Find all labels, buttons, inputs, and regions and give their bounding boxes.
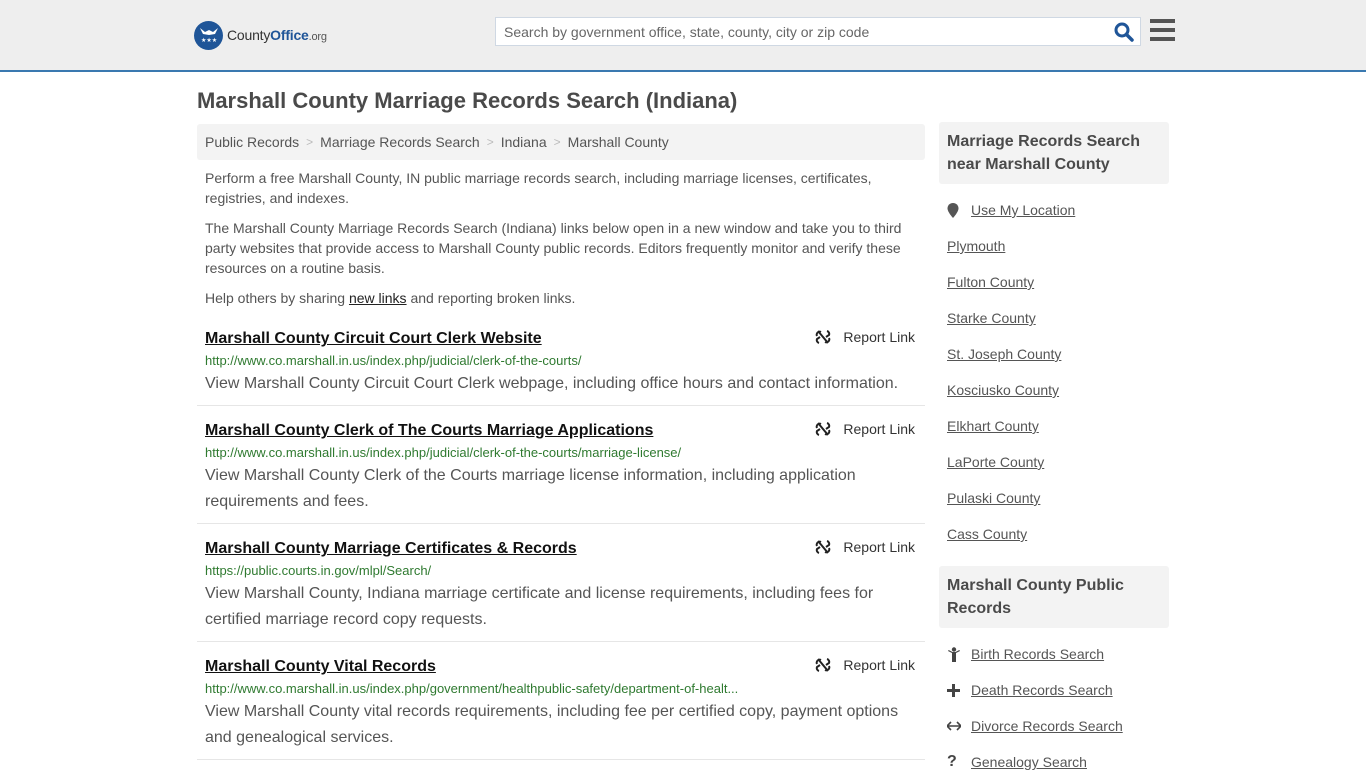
result-description: View Marshall County Circuit Court Clerk…: [205, 375, 899, 392]
result-title-link[interactable]: Marshall County Clerk of The Courts Marr…: [205, 419, 653, 443]
child-icon: [947, 646, 971, 662]
search-input[interactable]: [496, 18, 1106, 45]
new-links-link[interactable]: new links: [349, 290, 407, 306]
breadcrumb-marriage-records-search[interactable]: Marriage Records Search: [320, 134, 480, 150]
result-description: View Marshall County, Indiana marriage c…: [205, 585, 874, 628]
result-description: View Marshall County Clerk of the Courts…: [205, 467, 856, 510]
search-icon[interactable]: [1114, 22, 1134, 42]
breadcrumb-separator: >: [553, 135, 561, 149]
svg-text:★★★: ★★★: [201, 37, 217, 44]
result-item: Marshall County Circuit Court Clerk Webs…: [197, 323, 925, 406]
report-link-button[interactable]: Report Link: [815, 539, 915, 555]
result-item: Marshall County Marriage Certificates & …: [197, 533, 925, 642]
result-title-link[interactable]: Marshall County Circuit Court Clerk Webs…: [205, 327, 542, 351]
breadcrumb-separator: >: [306, 135, 314, 149]
use-my-location-item: Use My Location: [947, 192, 1161, 228]
hamburger-menu-icon[interactable]: [1150, 19, 1175, 41]
death-records-search-link[interactable]: Death Records Search: [971, 682, 1113, 698]
plus-icon: [947, 683, 971, 697]
nearby-link-fulton-county[interactable]: Fulton County: [947, 274, 1034, 290]
page-title: Marshall County Marriage Records Search …: [197, 88, 738, 113]
public-records-heading: Marshall County Public Records: [939, 566, 1169, 628]
divorce-records-search-link[interactable]: Divorce Records Search: [971, 718, 1123, 734]
nearby-link-laporte-county[interactable]: LaPorte County: [947, 454, 1044, 470]
breadcrumb: Public Records > Marriage Records Search…: [197, 124, 925, 160]
left-right-arrow-icon: [947, 721, 971, 731]
use-my-location-link[interactable]: Use My Location: [971, 202, 1075, 218]
result-url: https://public.courts.in.gov/mlpl/Search…: [205, 563, 432, 578]
search-bar: [495, 17, 1141, 46]
public-records-block: Marshall County Public Records Birth Rec…: [939, 566, 1169, 780]
nearby-item: Cass County: [947, 516, 1161, 552]
logo-text: CountyOffice.org: [227, 27, 327, 43]
nearby-link-plymouth[interactable]: Plymouth: [947, 238, 1005, 254]
nearby-list: Use My Location Plymouth Fulton County S…: [939, 184, 1169, 552]
intro-paragraph-2: The Marshall County Marriage Records Sea…: [205, 220, 902, 276]
top-header: ★★★ CountyOffice.org: [0, 0, 1366, 72]
intro-paragraph-1: Perform a free Marshall County, IN publi…: [205, 170, 872, 206]
nearby-item: Plymouth: [947, 228, 1161, 264]
eagle-logo-icon: ★★★: [194, 20, 223, 50]
result-title-link[interactable]: Marshall County Vital Records: [205, 655, 436, 679]
result-description: View Marshall County vital records requi…: [205, 703, 899, 746]
result-url: http://www.co.marshall.in.us/index.php/g…: [205, 681, 739, 696]
public-records-item: Divorce Records Search: [947, 708, 1161, 744]
broken-link-icon: [816, 658, 831, 672]
intro-paragraph-3: Help others by sharing new links and rep…: [205, 290, 576, 306]
site-logo[interactable]: ★★★ CountyOffice.org: [194, 20, 327, 50]
birth-records-search-link[interactable]: Birth Records Search: [971, 646, 1104, 662]
sidebar: Marriage Records Search near Marshall Co…: [939, 122, 1169, 780]
nearby-link-starke-county[interactable]: Starke County: [947, 310, 1036, 326]
report-link-button[interactable]: Report Link: [815, 657, 915, 673]
nearby-item: St. Joseph County: [947, 336, 1161, 372]
report-link-button[interactable]: Report Link: [815, 329, 915, 345]
result-item: Marshall County Vital Records Report Lin…: [197, 651, 925, 760]
nearby-link-elkhart-county[interactable]: Elkhart County: [947, 418, 1039, 434]
nearby-link-pulaski-county[interactable]: Pulaski County: [947, 490, 1040, 506]
result-url: http://www.co.marshall.in.us/index.php/j…: [205, 353, 582, 368]
result-item: Marshall County Clerk of The Courts Marr…: [197, 415, 925, 524]
public-records-item: Death Records Search: [947, 672, 1161, 708]
intro-text: Perform a free Marshall County, IN publi…: [197, 160, 925, 308]
breadcrumb-indiana[interactable]: Indiana: [501, 134, 547, 150]
nearby-item: Starke County: [947, 300, 1161, 336]
question-icon: ?: [947, 753, 957, 770]
public-records-list: Birth Records Search Death Records Searc…: [939, 628, 1169, 780]
public-records-item: Birth Records Search: [947, 636, 1161, 672]
broken-link-icon: [816, 330, 831, 344]
broken-link-icon: [816, 540, 831, 554]
result-url: http://www.co.marshall.in.us/index.php/j…: [205, 445, 682, 460]
nearby-item: Pulaski County: [947, 480, 1161, 516]
nearby-item: LaPorte County: [947, 444, 1161, 480]
nearby-item: Fulton County: [947, 264, 1161, 300]
nearby-link-st-joseph-county[interactable]: St. Joseph County: [947, 346, 1061, 362]
breadcrumb-marshall-county[interactable]: Marshall County: [568, 134, 669, 150]
nearby-heading: Marriage Records Search near Marshall Co…: [939, 122, 1169, 184]
map-marker-icon: [947, 202, 971, 218]
nearby-link-kosciusko-county[interactable]: Kosciusko County: [947, 382, 1059, 398]
nearby-item: Elkhart County: [947, 408, 1161, 444]
report-link-button[interactable]: Report Link: [815, 421, 915, 437]
result-title-link[interactable]: Marshall County Marriage Certificates & …: [205, 537, 577, 561]
public-records-item: ? Genealogy Search: [947, 744, 1161, 780]
main-content: Public Records > Marriage Records Search…: [197, 124, 925, 769]
breadcrumb-public-records[interactable]: Public Records: [205, 134, 299, 150]
breadcrumb-separator: >: [486, 135, 494, 149]
broken-link-icon: [816, 422, 831, 436]
results-list: Marshall County Circuit Court Clerk Webs…: [197, 323, 925, 760]
nearby-link-cass-county[interactable]: Cass County: [947, 526, 1027, 542]
nearby-item: Kosciusko County: [947, 372, 1161, 408]
